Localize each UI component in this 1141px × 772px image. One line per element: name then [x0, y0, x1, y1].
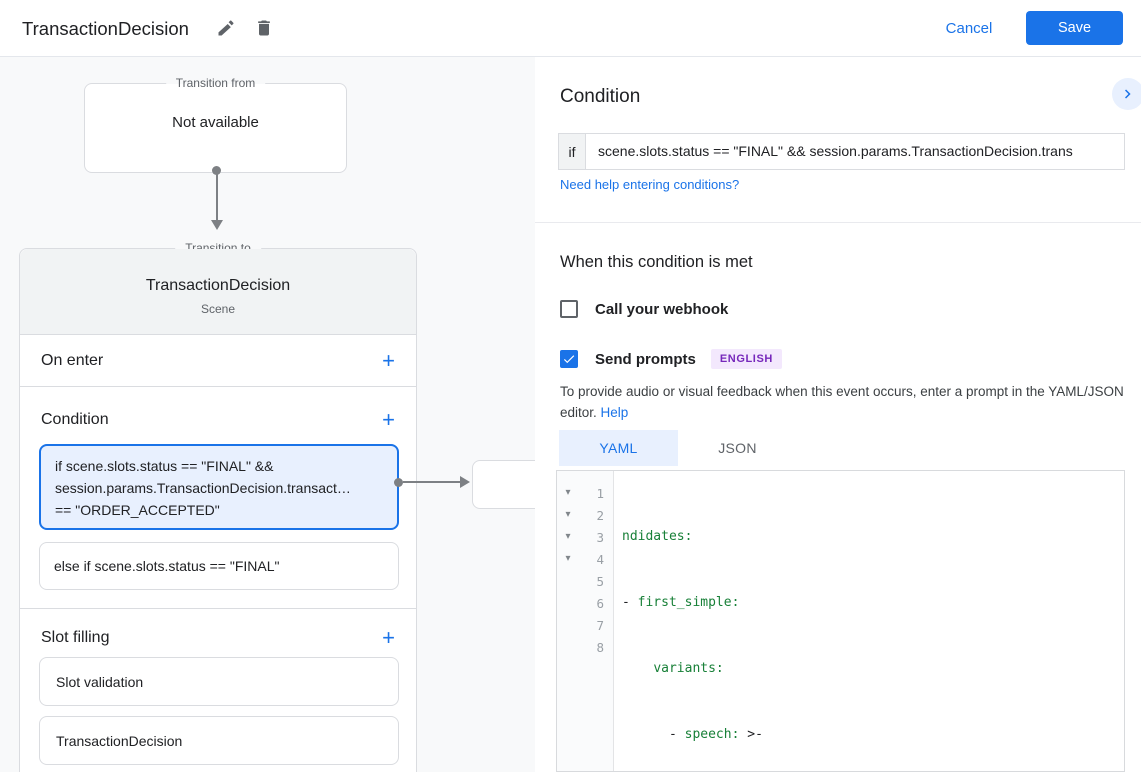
scene-node-subtitle: Scene — [200, 302, 236, 316]
scene-node-header[interactable]: TransactionDecision Scene — [20, 249, 416, 335]
code-line[interactable]: - first_simple: — [622, 592, 1124, 614]
fold-icon[interactable]: ▾ — [557, 504, 579, 526]
section-divider — [20, 608, 416, 609]
condition-expression-input[interactable]: scene.slots.status == "FINAL" && session… — [586, 133, 1125, 170]
condition-card-else[interactable]: else if scene.slots.status == "FINAL" — [39, 542, 399, 590]
line-number: 8 — [596, 639, 604, 655]
pencil-icon — [218, 20, 234, 36]
prompt-description-text: To provide audio or visual feedback when… — [560, 384, 1124, 420]
condition-section-label: Condition — [41, 411, 109, 428]
slot-card-transaction-decision[interactable]: TransactionDecision — [39, 716, 399, 765]
on-enter-label: On enter — [41, 351, 104, 369]
yaml-plain: - — [622, 595, 638, 610]
transition-from-box: Transition from Not available — [84, 76, 347, 173]
slot-filling-label: Slot filling — [41, 629, 110, 646]
slot-card-validation[interactable]: Slot validation — [39, 657, 399, 706]
yaml-key: speech: — [684, 727, 740, 742]
transition-from-legend: Transition from — [165, 76, 266, 91]
condition-panel-title: Condition — [560, 86, 641, 107]
fold-icon[interactable]: ▾ — [557, 548, 579, 570]
language-badge: ENGLISH — [710, 349, 782, 369]
collapse-panel-button[interactable] — [1112, 78, 1141, 110]
prompt-description: To provide audio or visual feedback when… — [560, 381, 1134, 423]
line-number: 6 — [596, 595, 604, 611]
cancel-button[interactable]: Cancel — [936, 0, 1002, 57]
if-prefix: if — [558, 133, 586, 170]
condition-met-heading: When this condition is met — [560, 253, 753, 271]
arrow-right-icon — [460, 476, 470, 488]
fold-icon[interactable]: ▾ — [557, 526, 579, 548]
code-line[interactable]: - speech: >- — [622, 724, 1124, 746]
tab-yaml[interactable]: YAML — [559, 430, 678, 466]
delete-scene-button[interactable] — [249, 13, 279, 43]
transition-target-node[interactable] — [472, 460, 535, 509]
line-number: 5 — [596, 573, 604, 589]
send-prompts-label[interactable]: Send prompts — [595, 351, 696, 368]
check-icon — [563, 355, 575, 364]
slot-filling-section-header: Slot filling + — [20, 620, 416, 656]
send-prompts-checkbox[interactable] — [560, 350, 578, 368]
yaml-plain — [622, 661, 653, 676]
help-link[interactable]: Help — [601, 405, 629, 420]
webhook-checkbox[interactable] — [560, 300, 578, 318]
flow-diagram-panel: Transition from Not available Transition… — [0, 57, 535, 772]
condition-text-line: == "ORDER_ACCEPTED" — [55, 502, 220, 518]
tab-json[interactable]: JSON — [678, 430, 797, 466]
connector-dot — [394, 478, 403, 487]
transition-from-value: Not available — [172, 114, 259, 131]
add-on-enter-button[interactable]: + — [377, 349, 400, 371]
condition-text-line: if scene.slots.status == "FINAL" && — [55, 458, 274, 474]
condition-section-header: Condition + — [20, 402, 416, 438]
fold-icon[interactable]: ▾ — [557, 482, 579, 504]
editor-gutter: ▾ 1 ▾ 2 ▾ 3 ▾ 4 5 6 7 8 — [557, 471, 614, 771]
condition-card-selected[interactable]: if scene.slots.status == "FINAL" && sess… — [39, 444, 399, 530]
scene-editor: TransactionDecision Cancel Save Transiti… — [0, 0, 1141, 772]
panel-divider — [535, 222, 1141, 223]
webhook-label[interactable]: Call your webhook — [595, 301, 728, 318]
line-number: 2 — [596, 507, 604, 523]
code-area[interactable]: ndidates: - first_simple: variants: - sp… — [615, 471, 1124, 771]
editor-tabs: YAML JSON — [559, 430, 797, 466]
yaml-key: variants: — [653, 661, 724, 676]
yaml-key: first_simple: — [637, 595, 740, 610]
transition-to-box: Transition to TransactionDecision Scene … — [19, 241, 417, 772]
line-number: 4 — [596, 551, 604, 567]
top-bar: TransactionDecision Cancel Save — [0, 0, 1141, 57]
trash-icon — [258, 20, 270, 36]
yaml-plain: >- — [739, 727, 763, 742]
connector-line — [403, 481, 460, 483]
condition-text-line: else if scene.slots.status == "FINAL" — [54, 558, 280, 574]
on-enter-section: On enter + — [20, 335, 416, 387]
save-button[interactable]: Save — [1026, 11, 1123, 45]
prompts-option-row: Send prompts ENGLISH — [560, 349, 782, 369]
slot-card-label: Slot validation — [56, 673, 144, 690]
add-slot-button[interactable]: + — [377, 627, 400, 649]
condition-expression-row: if scene.slots.status == "FINAL" && sess… — [558, 133, 1125, 170]
edit-scene-button[interactable] — [211, 13, 241, 43]
condition-text-line: session.params.TransactionDecision.trans… — [55, 480, 351, 496]
yaml-key: ndidates: — [622, 529, 693, 544]
arrow-down-icon — [211, 220, 223, 230]
yaml-code-editor: ▾ 1 ▾ 2 ▾ 3 ▾ 4 5 6 7 8 ndidates: - first_si… — [556, 470, 1125, 772]
yaml-plain: - — [622, 727, 685, 742]
webhook-option-row: Call your webhook — [560, 300, 728, 318]
connector-line — [216, 171, 218, 221]
code-line[interactable]: ndidates: — [622, 526, 1124, 548]
condition-detail-panel: Condition if scene.slots.status == "FINA… — [535, 57, 1141, 772]
line-number: 1 — [596, 485, 604, 501]
line-number: 7 — [596, 617, 604, 633]
page-title: TransactionDecision — [22, 18, 189, 39]
line-number: 3 — [596, 529, 604, 545]
scene-node-title: TransactionDecision — [145, 277, 291, 294]
add-condition-button[interactable]: + — [377, 409, 400, 431]
slot-card-label: TransactionDecision — [56, 732, 183, 749]
condition-help-link[interactable]: Need help entering conditions? — [560, 177, 739, 192]
code-line[interactable]: variants: — [622, 658, 1124, 680]
chevron-right-icon — [1125, 89, 1131, 99]
